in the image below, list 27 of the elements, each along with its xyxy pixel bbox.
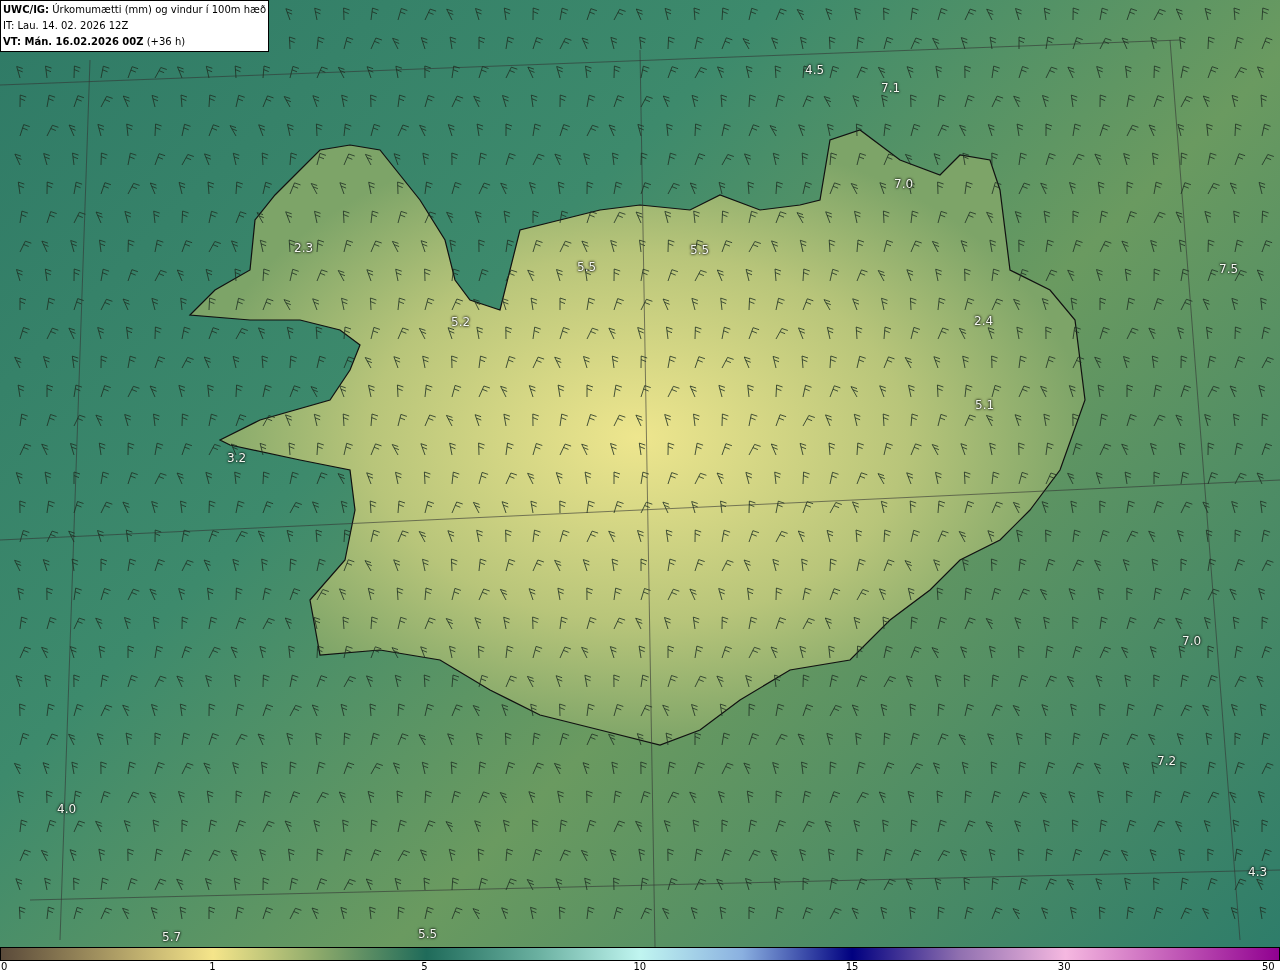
valid-time: VT: Mán. 16.02.2026 00Z (+36 h) (3, 35, 187, 49)
map-value-label: 4.5 (805, 64, 825, 76)
map-value-label: 4.0 (57, 803, 77, 815)
map-value-label: 3.2 (227, 452, 247, 464)
map-value-label: 5.5 (690, 244, 710, 256)
map-value-label: 5.1 (975, 399, 995, 411)
map-value-label: 7.0 (894, 178, 914, 190)
colorbar-tick-label: 30 (1057, 962, 1071, 972)
map-value-label: 4.3 (1248, 866, 1268, 878)
colorbar-tick-label: 10 (633, 962, 647, 972)
issue-time: IT: Lau. 14. 02. 2026 12Z (3, 19, 130, 33)
colorbar-tick-label: 5 (421, 962, 428, 972)
map-value-label: 2.4 (974, 315, 994, 327)
map-title: UWC/IG: Úrkomumætti (mm) og vindur í 100m hæð (3, 2, 267, 17)
map-value-label: 2.3 (294, 242, 314, 254)
colorbar-tick-label: 50 (1262, 962, 1275, 972)
map-value-label: 5.2 (451, 316, 471, 328)
map-value-label: 7.5 (1219, 263, 1239, 275)
map-value-label: 7.1 (881, 82, 901, 94)
map-value-label: 5.5 (418, 928, 438, 940)
colorbar-tick-label: 15 (845, 962, 859, 972)
colorbar-tick-label: 0 (1, 962, 8, 972)
map-value-label: 7.2 (1157, 755, 1177, 767)
map-value-label: 5.7 (162, 931, 182, 943)
colorbar-tick-label: 1 (209, 962, 216, 972)
map-value-label: 7.0 (1182, 635, 1202, 647)
map-value-label: 5.5 (577, 261, 597, 273)
